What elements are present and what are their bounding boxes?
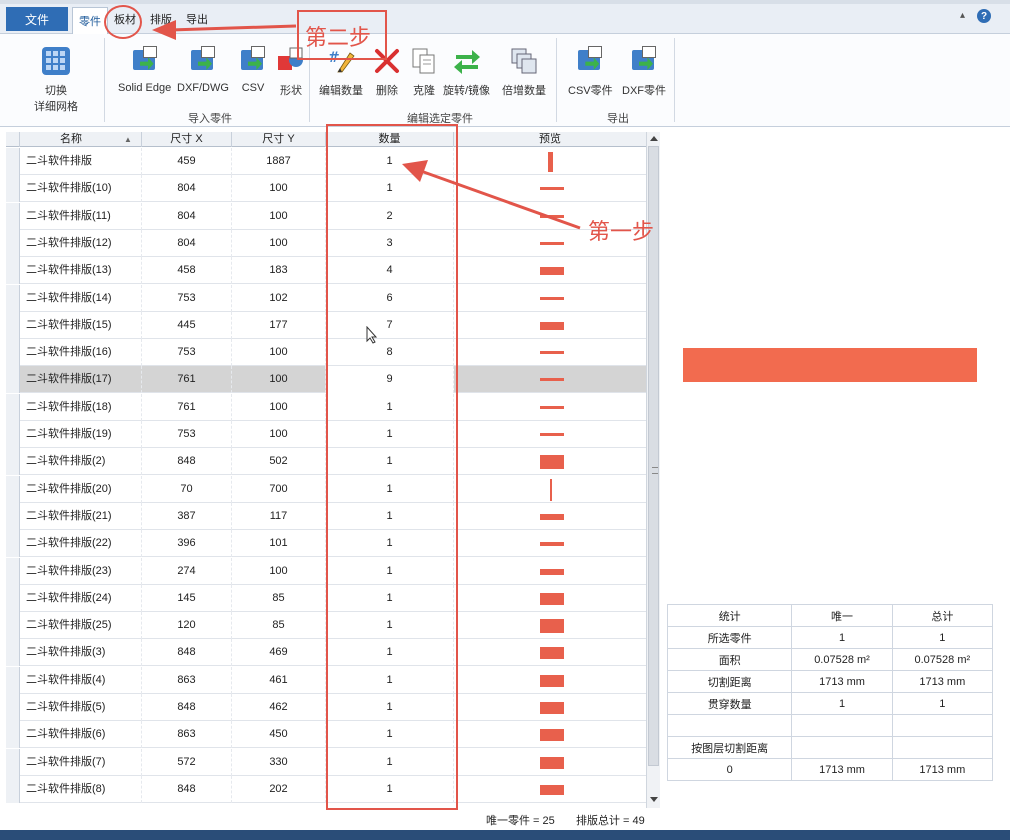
annotation-arrows: [152, 20, 581, 230]
mouse-cursor-icon: [366, 326, 378, 344]
